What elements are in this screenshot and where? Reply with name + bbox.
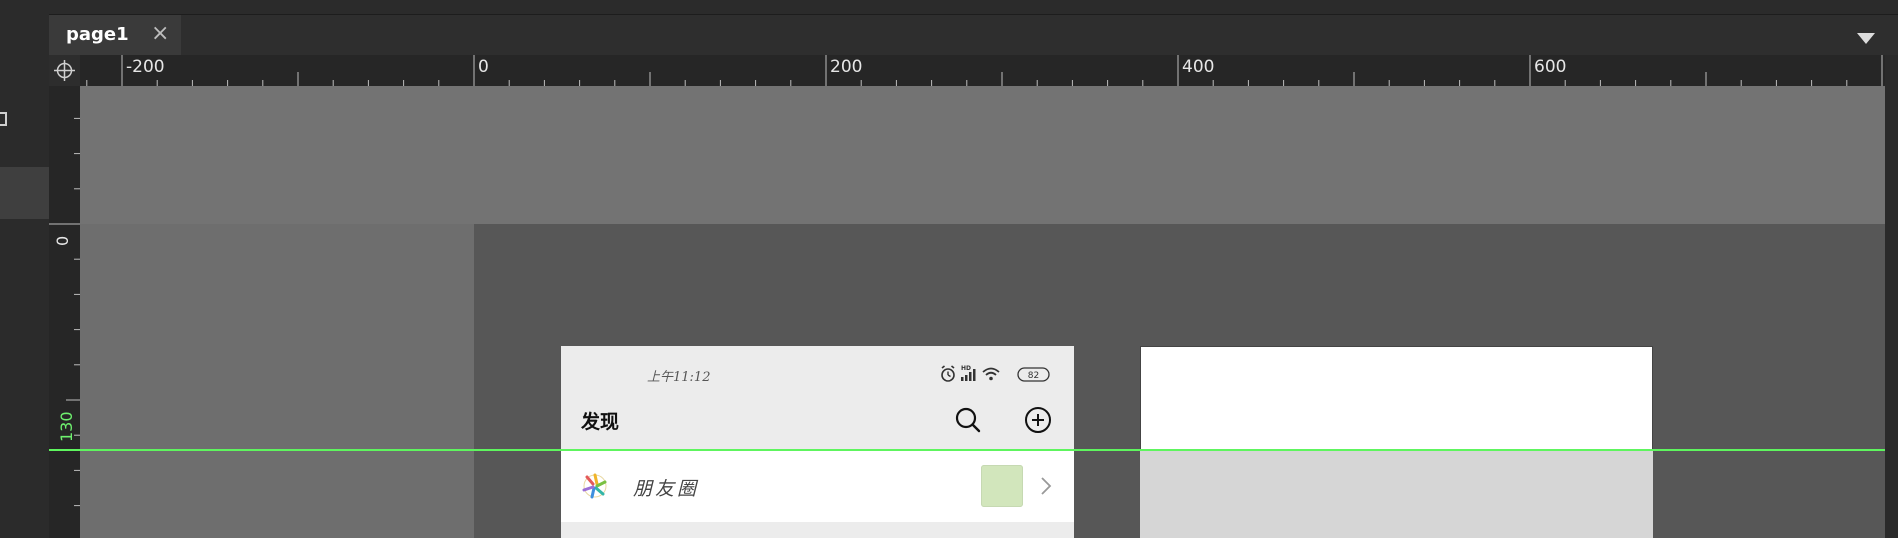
chevron-down-icon[interactable] (1857, 33, 1875, 44)
status-time: 上午11:12 (647, 370, 711, 385)
signal-icon: HD (961, 365, 976, 381)
nav-title: 发现 (581, 411, 620, 433)
ruler-label: 600 (1534, 57, 1566, 77)
left-panel-selected-item[interactable] (0, 167, 49, 219)
artboard-blank-lower (1140, 449, 1653, 538)
rectangle-tool-icon[interactable] (0, 112, 7, 126)
hd-label: HD (961, 365, 971, 372)
status-bar-icons: HD 82 (941, 365, 1050, 382)
ruler-origin-crosshair[interactable] (49, 55, 80, 86)
add-circle-icon[interactable] (1024, 406, 1052, 434)
horizontal-guide-line[interactable] (49, 449, 1885, 451)
left-tool-panel (0, 0, 50, 538)
battery-icon: 82 (1017, 367, 1050, 382)
close-icon[interactable]: × (151, 21, 169, 47)
battery-level: 82 (1028, 371, 1039, 381)
moments-thumbnail (981, 465, 1023, 507)
svg-text:130: 130 (57, 411, 76, 442)
moments-label: 朋友圈 (633, 478, 700, 500)
chevron-right-icon (1041, 477, 1052, 495)
wifi-icon (982, 367, 1000, 381)
ruler-label: 400 (1182, 57, 1214, 77)
top-toolbar (49, 0, 1898, 15)
ruler-label: 0 (53, 236, 72, 246)
tab-bar (49, 15, 1898, 55)
horizontal-ruler[interactable]: -20002004006008 (80, 55, 1885, 86)
right-scrollbar-track[interactable] (1885, 55, 1898, 538)
tab-label: page1 (66, 24, 129, 45)
moments-icon (582, 473, 607, 499)
ruler-label: 0 (478, 57, 489, 77)
artboard-discover-screen[interactable]: 上午11:12 HD 82 发现 朋友圈 (561, 346, 1074, 538)
vertical-ruler[interactable]: 0 (49, 86, 80, 538)
guide-position-label: 130 (57, 411, 76, 442)
canvas-offpage-left (80, 224, 474, 538)
ruler-label: 200 (830, 57, 862, 77)
crosshair-icon (54, 60, 75, 81)
search-icon[interactable] (954, 406, 982, 434)
list-item-moments[interactable]: 朋友圈 (561, 451, 1074, 522)
alarm-icon (941, 365, 955, 382)
ruler-label: -200 (126, 57, 165, 77)
